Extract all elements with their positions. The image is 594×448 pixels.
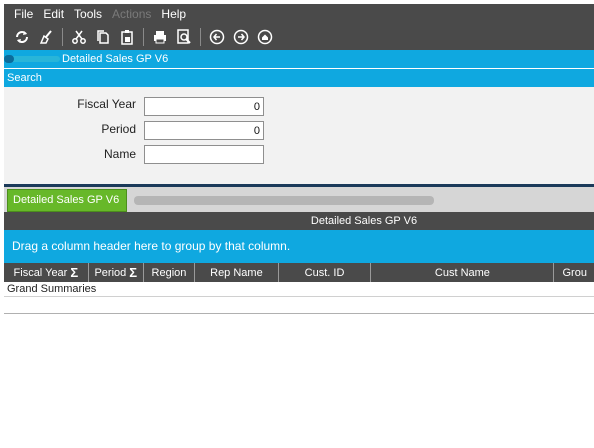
name-field[interactable] (144, 145, 264, 164)
tab-strip: Detailed Sales GP V6 (4, 187, 594, 212)
print-preview-icon[interactable] (172, 26, 196, 48)
grid-body: Grand Summaries (4, 282, 594, 314)
column-label: Period (94, 266, 127, 279)
grand-summaries-row: Grand Summaries (4, 282, 594, 297)
column-header-rep-name[interactable]: Rep Name (195, 263, 279, 282)
column-header-period[interactable]: Period Σ (89, 263, 144, 282)
back-icon[interactable] (205, 26, 229, 48)
toolbar-separator (143, 28, 144, 46)
copy-icon[interactable] (91, 26, 115, 48)
forward-icon[interactable] (229, 26, 253, 48)
name-label: Name (103, 147, 136, 161)
grid-title-bar: Detailed Sales GP V6 (4, 212, 594, 230)
summary-values-row (4, 297, 594, 314)
home-icon[interactable] (253, 26, 277, 48)
redacted-mark (4, 55, 14, 63)
clear-icon[interactable] (34, 26, 58, 48)
column-header-cust-name[interactable]: Cust Name (371, 263, 555, 282)
column-label: Cust. ID (304, 266, 345, 279)
column-header-cust-id[interactable]: Cust. ID (279, 263, 372, 282)
cut-icon[interactable] (67, 26, 91, 48)
column-label: Region (151, 266, 187, 279)
menu-edit[interactable]: Edit (43, 7, 64, 21)
window-title-bar: Detailed Sales GP V6 (4, 50, 594, 68)
app-window: File Edit Tools Actions Help Detailed Sa… (4, 4, 594, 329)
column-label: Fiscal Year (13, 266, 68, 279)
redacted-text (134, 196, 434, 205)
sigma-icon[interactable]: Σ (70, 265, 78, 280)
toolbar (4, 24, 594, 50)
print-icon[interactable] (148, 26, 172, 48)
search-section-header[interactable]: Search (4, 69, 594, 87)
paste-icon[interactable] (115, 26, 139, 48)
menu-bar: File Edit Tools Actions Help (4, 4, 594, 24)
fiscal-year-field[interactable] (144, 97, 264, 116)
column-header-region[interactable]: Region (144, 263, 196, 282)
menu-tools[interactable]: Tools (74, 7, 102, 21)
column-header-fiscal-year[interactable]: Fiscal Year Σ (4, 263, 89, 282)
period-label: Period (101, 122, 136, 136)
toolbar-separator (200, 28, 201, 46)
menu-actions: Actions (112, 7, 152, 21)
menu-file[interactable]: File (14, 7, 33, 21)
column-label: Rep Name (210, 266, 263, 279)
search-panel: Fiscal Year Period Name (4, 87, 594, 184)
refresh-icon[interactable] (10, 26, 34, 48)
tab-detailed-sales[interactable]: Detailed Sales GP V6 (7, 189, 127, 212)
grid-column-headers: Fiscal Year Σ Period Σ Region Rep Name Cus… (4, 263, 594, 282)
column-label: Grou (562, 266, 587, 279)
menu-help[interactable]: Help (161, 7, 186, 21)
fiscal-year-label: Fiscal Year (77, 97, 136, 111)
column-label: Cust Name (434, 266, 490, 279)
period-field[interactable] (144, 121, 264, 140)
toolbar-separator (62, 28, 63, 46)
group-by-area[interactable]: Drag a column header here to group by th… (4, 230, 594, 263)
window-title: Detailed Sales GP V6 (62, 53, 169, 65)
sigma-icon[interactable]: Σ (129, 265, 137, 280)
column-header-group[interactable]: Grou (554, 263, 594, 282)
